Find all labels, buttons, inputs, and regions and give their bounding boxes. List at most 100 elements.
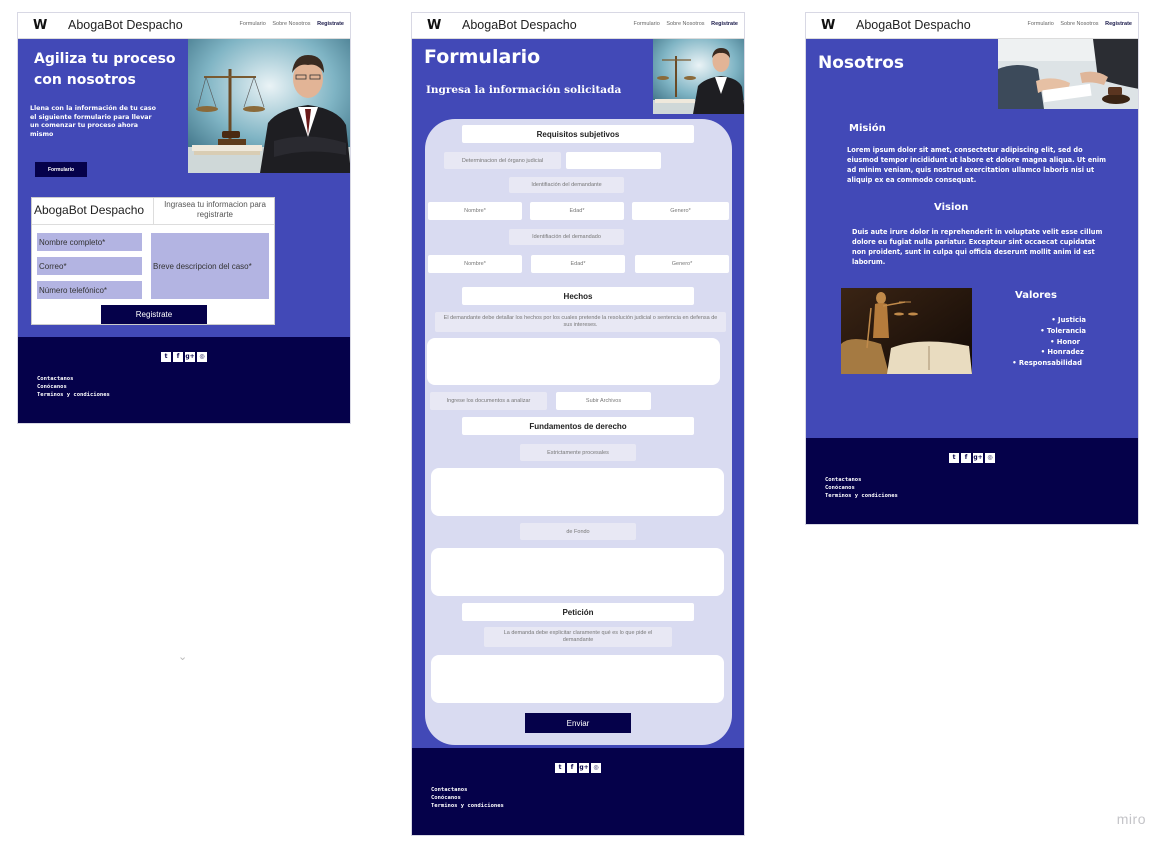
footer-link-conocanos[interactable]: Conócanos bbox=[825, 484, 898, 492]
footer: t f g+ ◎ Contactanos Conócanos Terminos y c… bbox=[18, 337, 350, 423]
nav-link-registrate[interactable]: Registrate bbox=[317, 21, 344, 27]
top-nav: W AbogaBot Despacho Formulario Sobre Nos… bbox=[412, 13, 744, 39]
social-icons: t f g+ ◎ bbox=[412, 754, 744, 773]
justice-illustration bbox=[841, 288, 972, 374]
lawyer-illustration-small bbox=[653, 39, 744, 114]
section-legal-grounds: Fundamentos de derecho bbox=[462, 417, 694, 435]
form-page-frame: W AbogaBot Despacho Formulario Sobre Nos… bbox=[411, 12, 745, 836]
register-divider bbox=[153, 198, 154, 224]
footer-link-conocanos[interactable]: Conócanos bbox=[431, 794, 504, 802]
form-subtitle: Ingresa la información solicitada bbox=[426, 84, 622, 96]
section-facts: Hechos bbox=[462, 287, 694, 305]
facebook-icon[interactable]: f bbox=[567, 763, 577, 773]
name-input[interactable]: Nombre completo* bbox=[37, 233, 142, 251]
value-item: • Justicia bbox=[1051, 316, 1086, 324]
footer-links: Contactanos Conócanos Terminos y condici… bbox=[431, 786, 504, 810]
facebook-icon[interactable]: f bbox=[961, 453, 971, 463]
hero-form-button[interactable]: Formulario bbox=[35, 162, 87, 177]
about-page-frame: W AbogaBot Despacho Formulario Sobre Nos… bbox=[805, 12, 1139, 525]
procedural-textarea[interactable] bbox=[431, 468, 724, 516]
facts-description: El demandante debe detallar los hechos p… bbox=[435, 312, 726, 332]
facts-textarea[interactable] bbox=[427, 338, 720, 385]
phone-input[interactable]: Número telefónico* bbox=[37, 281, 142, 299]
google-plus-icon[interactable]: g+ bbox=[579, 763, 589, 773]
email-input[interactable]: Correo* bbox=[37, 257, 142, 275]
defendant-name-input[interactable]: Nombre* bbox=[428, 255, 522, 273]
nav-link-registrate[interactable]: Registrate bbox=[1105, 21, 1132, 27]
nav-link-formulario[interactable]: Formulario bbox=[1028, 21, 1054, 27]
nav-link-formulario[interactable]: Formulario bbox=[634, 21, 660, 27]
twitter-icon[interactable]: t bbox=[949, 453, 959, 463]
social-icons: t f g+ ◎ bbox=[18, 343, 350, 362]
nav-link-sobre-nosotros[interactable]: Sobre Nosotros bbox=[1060, 21, 1098, 27]
hero-text: Llena con la información de tu caso el s… bbox=[30, 105, 156, 138]
hero-title: Agiliza tu proceso con nosotros bbox=[34, 51, 176, 88]
judicial-body-input[interactable] bbox=[566, 152, 661, 169]
google-plus-icon[interactable]: g+ bbox=[973, 453, 983, 463]
nav-link-formulario[interactable]: Formulario bbox=[240, 21, 266, 27]
defendant-age-input[interactable]: Edad* bbox=[531, 255, 625, 273]
handshake-photo bbox=[998, 39, 1138, 109]
plaintiff-id-label: Identifiación del demandante bbox=[509, 177, 624, 193]
form-title: Formulario bbox=[424, 46, 541, 68]
lawyer-thumbnail bbox=[653, 39, 744, 114]
top-nav: W AbogaBot Despacho Formulario Sobre Nos… bbox=[806, 13, 1138, 39]
value-item: • Tolerancia bbox=[1040, 326, 1086, 335]
facebook-icon[interactable]: f bbox=[173, 352, 183, 362]
footer-link-contactanos[interactable]: Contactanos bbox=[825, 476, 898, 484]
values-title: Valores bbox=[1015, 290, 1057, 301]
footer-link-terminos[interactable]: Terminos y condiciones bbox=[37, 391, 110, 399]
petition-textarea[interactable] bbox=[431, 655, 724, 703]
defendant-gender-input[interactable]: Genero* bbox=[635, 255, 729, 273]
register-button[interactable]: Registrate bbox=[101, 305, 207, 324]
substantive-textarea[interactable] bbox=[431, 548, 724, 596]
lawyer-photo bbox=[188, 39, 350, 173]
footer-links: Contactanos Conócanos Terminos y condici… bbox=[825, 476, 898, 500]
twitter-icon[interactable]: t bbox=[161, 352, 171, 362]
twitter-icon[interactable]: t bbox=[555, 763, 565, 773]
plaintiff-name-input[interactable]: Nombre* bbox=[428, 202, 522, 220]
footer-link-contactanos[interactable]: Contactanos bbox=[431, 786, 504, 794]
nav-link-sobre-nosotros[interactable]: Sobre Nosotros bbox=[666, 21, 704, 27]
register-header-line bbox=[32, 224, 274, 225]
footer: t f g+ ◎ Contactanos Conócanos Terminos y c… bbox=[412, 748, 744, 835]
footer-link-terminos[interactable]: Terminos y condiciones bbox=[431, 802, 504, 810]
instagram-icon[interactable]: ◎ bbox=[197, 352, 207, 362]
form-panel: Requisitos subjetivos Determinacion del … bbox=[425, 119, 732, 745]
defendant-id-label: Identifiación del demandado bbox=[509, 229, 624, 245]
plaintiff-age-input[interactable]: Edad* bbox=[530, 202, 624, 220]
justice-statue-photo bbox=[841, 288, 972, 374]
nav-link-sobre-nosotros[interactable]: Sobre Nosotros bbox=[272, 21, 310, 27]
plaintiff-gender-input[interactable]: Genero* bbox=[632, 202, 729, 220]
lawyer-illustration bbox=[188, 39, 350, 173]
case-description-input[interactable]: Breve descripcion del caso* bbox=[151, 233, 269, 299]
footer-link-conocanos[interactable]: Conócanos bbox=[37, 383, 110, 391]
nav-link-registrate[interactable]: Registrate bbox=[711, 21, 738, 27]
value-item: • Responsabilidad bbox=[1012, 359, 1082, 368]
brand-name: AbogaBot Despacho bbox=[462, 18, 577, 32]
upload-files-button[interactable]: Subir Archivos bbox=[556, 392, 651, 410]
mission-text: Lorem ipsum dolor sit amet, consectetur … bbox=[847, 146, 1107, 184]
instagram-icon[interactable]: ◎ bbox=[985, 453, 995, 463]
footer-link-contactanos[interactable]: Contactanos bbox=[37, 375, 110, 383]
home-page-frame: W AbogaBot Despacho Formulario Sobre Nos… bbox=[17, 12, 351, 424]
values-list: • Justicia • Tolerancia • Honor • Honrad… bbox=[966, 315, 1086, 369]
logo-icon: W bbox=[821, 18, 835, 33]
footer-links: Contactanos Conócanos Terminos y condici… bbox=[37, 375, 110, 399]
miro-watermark: miro bbox=[1116, 811, 1146, 827]
nav-links: Formulario Sobre Nosotros Registrate bbox=[1023, 21, 1132, 27]
register-card: AbogaBot Despacho Ingrasea tu informacio… bbox=[31, 197, 275, 325]
value-item: • Honor bbox=[1050, 337, 1080, 346]
instagram-icon[interactable]: ◎ bbox=[591, 763, 601, 773]
footer: t f g+ ◎ Contactanos Conócanos Terminos y c… bbox=[806, 438, 1138, 524]
documents-label: Ingrese los documentos a analizar bbox=[430, 392, 547, 410]
google-plus-icon[interactable]: g+ bbox=[185, 352, 195, 362]
nav-links: Formulario Sobre Nosotros Registrate bbox=[235, 21, 344, 27]
submit-button[interactable]: Enviar bbox=[525, 713, 631, 733]
section-subjective-requirements: Requisitos subjetivos bbox=[462, 125, 694, 143]
about-title: Nosotros bbox=[818, 53, 905, 73]
logo-icon: W bbox=[427, 18, 441, 33]
petition-description: La demanda debe explicitar claramente qu… bbox=[484, 627, 672, 647]
chevron-down-icon[interactable]: ⌄ bbox=[178, 650, 187, 663]
footer-link-terminos[interactable]: Terminos y condiciones bbox=[825, 492, 898, 500]
